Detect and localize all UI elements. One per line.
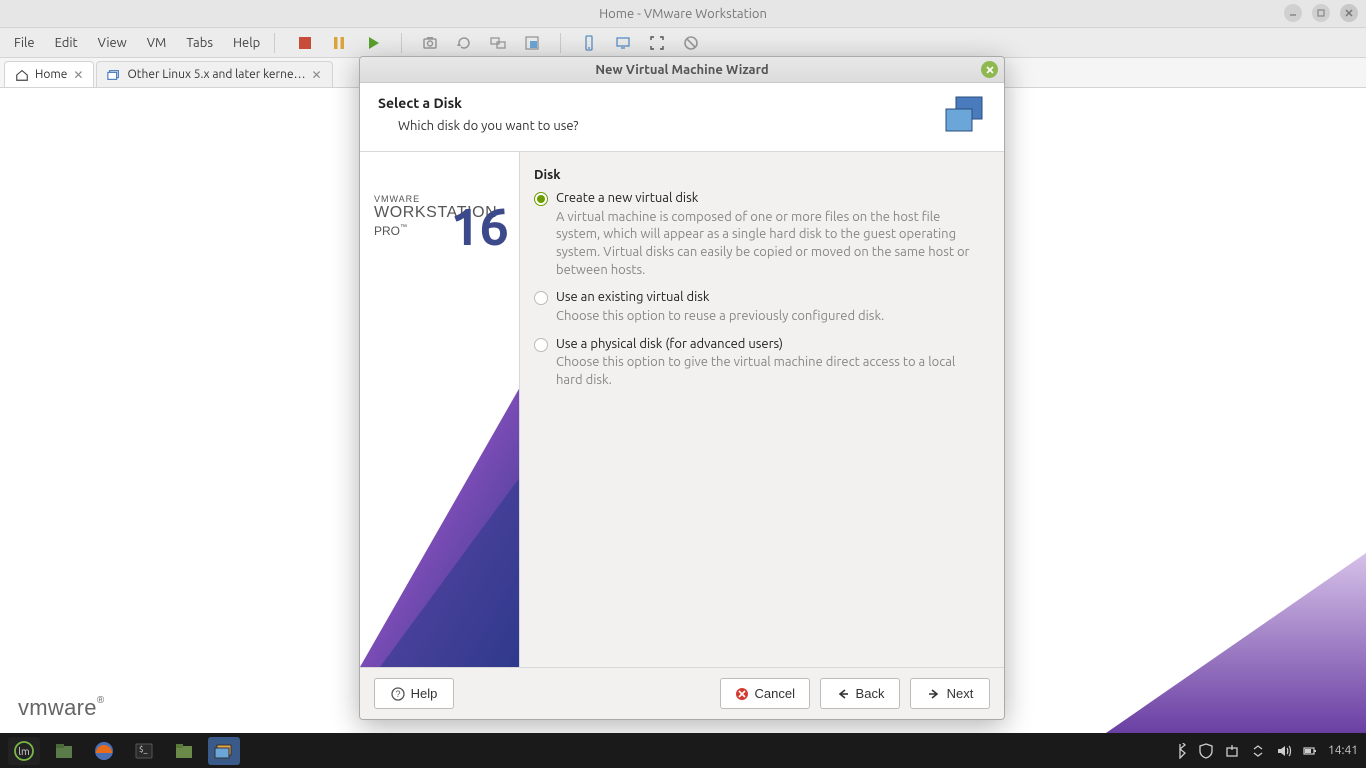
files-button[interactable] xyxy=(168,737,200,765)
start-menu-button[interactable]: lm xyxy=(8,737,40,765)
arrow-right-icon xyxy=(927,687,941,701)
radio-label: Use a physical disk (for advanced users) xyxy=(556,336,978,353)
back-button[interactable]: Back xyxy=(820,678,900,709)
next-button[interactable]: Next xyxy=(910,678,990,709)
menu-view[interactable]: View xyxy=(88,30,137,56)
tab-othervm-label: Other Linux 5.x and later kerne… xyxy=(127,68,305,81)
tab-close-icon[interactable]: ✕ xyxy=(73,68,83,82)
help-button[interactable]: ? Help xyxy=(374,678,454,709)
monitor-icon[interactable] xyxy=(613,33,633,53)
radio-description: A virtual machine is composed of one or … xyxy=(556,209,978,279)
fullscreen-icon[interactable] xyxy=(647,33,667,53)
toolbar-separator xyxy=(560,33,561,53)
home-icon xyxy=(15,68,29,82)
tab-home-label: Home xyxy=(35,68,67,81)
background-decoration xyxy=(1106,553,1366,733)
toolbar-separator xyxy=(274,33,275,53)
bluetooth-icon[interactable] xyxy=(1172,743,1188,759)
tab-home[interactable]: Home ✕ xyxy=(4,61,94,87)
new-vm-wizard-dialog: New Virtual Machine Wizard Select a Disk… xyxy=(359,56,1005,720)
menu-vm[interactable]: VM xyxy=(137,30,177,56)
screenshot-icon[interactable] xyxy=(522,33,542,53)
cancel-icon xyxy=(735,687,749,701)
radio-existing-disk[interactable]: Use an existing virtual disk Choose this… xyxy=(534,289,978,325)
radio-label: Use an existing virtual disk xyxy=(556,289,978,306)
updates-icon[interactable] xyxy=(1224,743,1240,759)
radio-indicator xyxy=(534,338,548,352)
sidebar-decoration xyxy=(360,387,520,667)
shield-icon[interactable] xyxy=(1198,743,1214,759)
toolbar xyxy=(295,33,701,53)
dialog-footer: ? Help Cancel Back Next xyxy=(360,667,1004,719)
terminal-button[interactable]: $_ xyxy=(128,737,160,765)
firefox-button[interactable] xyxy=(88,737,120,765)
menubar: File Edit View VM Tabs Help xyxy=(0,28,1366,58)
radio-description: Choose this option to reuse a previously… xyxy=(556,308,978,326)
menu-file[interactable]: File xyxy=(4,30,45,56)
window-controls xyxy=(1284,4,1358,22)
tab-othervm[interactable]: Other Linux 5.x and later kerne… ✕ xyxy=(96,61,332,87)
svg-text:lm: lm xyxy=(18,746,29,757)
menu-edit[interactable]: Edit xyxy=(45,30,88,56)
mobile-icon[interactable] xyxy=(579,33,599,53)
dialog-titlebar: New Virtual Machine Wizard xyxy=(360,57,1004,83)
snapshot-icon[interactable] xyxy=(420,33,440,53)
network-icon[interactable] xyxy=(1250,743,1266,759)
maximize-button[interactable] xyxy=(1312,4,1330,22)
radio-label: Create a new virtual disk xyxy=(556,190,978,207)
close-button[interactable] xyxy=(1340,4,1358,22)
cancel-button[interactable]: Cancel xyxy=(720,678,810,709)
dialog-close-button[interactable] xyxy=(981,61,998,78)
dialog-subheading: Which disk do you want to use? xyxy=(398,119,942,133)
unity-icon[interactable] xyxy=(681,33,701,53)
vmware-logo: vmware® xyxy=(18,695,104,721)
toolbar-separator xyxy=(401,33,402,53)
disk-stack-icon xyxy=(942,95,986,137)
radio-create-new-disk[interactable]: Create a new virtual disk A virtual mach… xyxy=(534,190,978,279)
window-title: Home - VMware Workstation xyxy=(599,7,767,21)
menu-tabs[interactable]: Tabs xyxy=(176,30,223,56)
dialog-title: New Virtual Machine Wizard xyxy=(595,63,768,77)
dialog-sidebar: VMWARE WORKSTATION PRO™ 16 xyxy=(360,152,520,667)
sidebar-version: 16 xyxy=(450,200,509,252)
revert-icon[interactable] xyxy=(454,33,474,53)
arrow-left-icon xyxy=(836,687,850,701)
manage-snapshot-icon[interactable] xyxy=(488,33,508,53)
battery-icon[interactable] xyxy=(1302,743,1318,759)
play-icon[interactable] xyxy=(363,33,383,53)
dialog-body: VMWARE WORKSTATION PRO™ 16 Disk Create a… xyxy=(360,152,1004,667)
pause-icon[interactable] xyxy=(329,33,349,53)
radio-physical-disk[interactable]: Use a physical disk (for advanced users)… xyxy=(534,336,978,390)
file-manager-button[interactable] xyxy=(48,737,80,765)
vmware-taskbar-button[interactable] xyxy=(208,737,240,765)
power-on-icon[interactable] xyxy=(295,33,315,53)
radio-description: Choose this option to give the virtual m… xyxy=(556,354,978,389)
question-icon: ? xyxy=(391,687,405,701)
system-taskbar: lm $_ 14:41 xyxy=(0,733,1366,768)
vm-icon xyxy=(107,68,121,82)
radio-indicator xyxy=(534,192,548,206)
window-titlebar: Home - VMware Workstation xyxy=(0,0,1366,28)
options-caption: Disk xyxy=(534,168,978,182)
dialog-heading: Select a Disk xyxy=(378,95,942,111)
volume-icon[interactable] xyxy=(1276,743,1292,759)
svg-text:?: ? xyxy=(395,689,400,699)
clock[interactable]: 14:41 xyxy=(1328,744,1358,757)
menu-help[interactable]: Help xyxy=(223,30,270,56)
dialog-options: Disk Create a new virtual disk A virtual… xyxy=(520,152,1004,667)
radio-indicator xyxy=(534,291,548,305)
system-tray: 14:41 xyxy=(1172,743,1358,759)
dialog-header: Select a Disk Which disk do you want to … xyxy=(360,83,1004,152)
tab-close-icon[interactable]: ✕ xyxy=(312,68,322,82)
minimize-button[interactable] xyxy=(1284,4,1302,22)
svg-text:$_: $_ xyxy=(139,745,148,754)
